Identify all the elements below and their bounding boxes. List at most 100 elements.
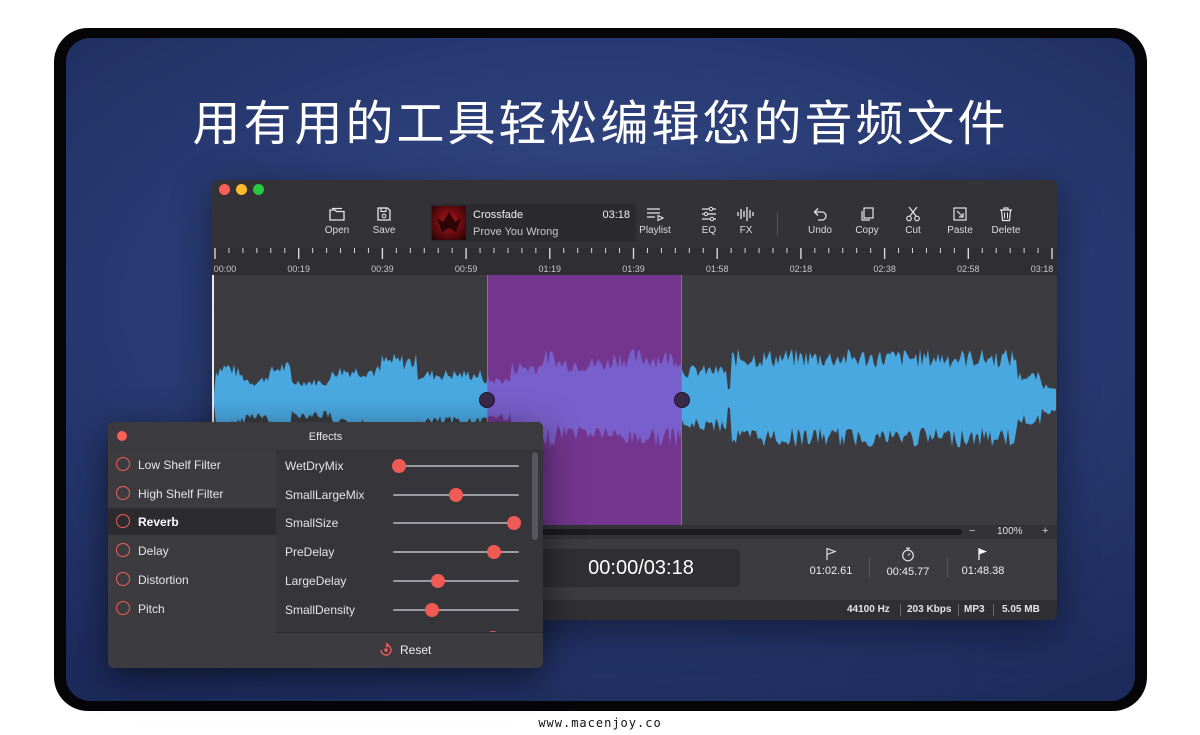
toolbar-divider [777, 212, 778, 236]
copy-button[interactable]: Copy [842, 206, 892, 236]
timeline-ruler[interactable]: 00:00 00:19 00:39 00:59 01:19 01:39 01:58 02:18… [212, 248, 1057, 275]
end-marker-value: 01:48.38 [961, 565, 1005, 577]
param-row-largedelay: LargeDelay [276, 566, 534, 594]
equalizer-icon [702, 206, 716, 222]
param-label: LargeDelay [285, 573, 347, 588]
playlist-icon [647, 208, 665, 222]
effect-item-reverb[interactable]: Reverb [108, 508, 276, 536]
param-slider-track[interactable] [393, 522, 519, 525]
undo-label: Undo [808, 225, 832, 236]
effects-panel: Effects Low Shelf Filter High Shelf Filte… [108, 422, 543, 668]
playlist-label: Playlist [639, 225, 671, 236]
start-marker-value: 01:02.61 [809, 565, 853, 577]
window-zoom-button[interactable] [253, 184, 264, 195]
delete-button[interactable]: Delete [981, 206, 1031, 236]
effect-item-label: High Shelf Filter [138, 486, 224, 501]
selection-end-handle[interactable] [674, 392, 690, 408]
selection-end-marker[interactable]: 01:48.38 [948, 547, 1018, 577]
param-row-smallsize: SmallSize [276, 508, 534, 536]
param-row-largedensity: LargeDensity [276, 623, 534, 632]
param-row-predelay: PreDelay [276, 537, 534, 565]
ruler-time-label: 00:19 [287, 264, 310, 274]
param-label: SmallLargeMix [285, 487, 365, 502]
ruler-time-label: 01:58 [705, 264, 729, 274]
copy-icon [861, 207, 874, 221]
effect-item-high-shelf-filter[interactable]: High Shelf Filter [108, 480, 276, 507]
param-slider-thumb[interactable] [506, 516, 521, 531]
selection-duration-marker[interactable]: 00:45.77 [873, 547, 943, 578]
ruler-time-label: 01:39 [622, 264, 645, 274]
undo-button[interactable]: Undo [795, 206, 845, 236]
now-playing[interactable]: Crossfade Prove You Wrong 03:18 [430, 204, 636, 242]
track-duration: 03:18 [602, 209, 630, 221]
ruler-time-label: 00:00 [213, 264, 237, 274]
param-slider-track[interactable] [393, 579, 519, 582]
promo-headline: 用有用的工具轻松编辑您的音频文件 [192, 96, 1009, 152]
paste-button[interactable]: Paste [935, 206, 985, 236]
ruler-time-label: 02:58 [957, 264, 980, 274]
time-display: 00:00/03:18 [542, 549, 740, 587]
album-art [432, 206, 466, 240]
effect-item-delay[interactable]: Delay [108, 537, 276, 564]
floppy-icon [377, 207, 391, 221]
effect-toggle-icon[interactable] [116, 600, 130, 615]
cut-button[interactable]: Cut [888, 206, 938, 236]
selection-start-handle[interactable] [479, 392, 495, 408]
window-close-button[interactable] [219, 184, 230, 195]
param-slider-track[interactable] [393, 465, 519, 467]
param-slider-thumb[interactable] [449, 487, 463, 502]
params-scrollbar[interactable] [532, 452, 538, 540]
selection-start-marker[interactable]: 01:02.61 [796, 547, 866, 577]
save-button[interactable]: Save [359, 206, 409, 236]
effects-list: Low Shelf Filter High Shelf Filter Reverb D… [108, 450, 276, 668]
undo-icon [813, 208, 827, 221]
ruler-time-label: 02:18 [789, 264, 813, 274]
ruler-time-label: 00:39 [371, 264, 394, 274]
zoom-level: 100% [997, 526, 1023, 537]
param-label: WetDryMix [285, 459, 344, 473]
effect-item-distortion[interactable]: Distortion [108, 566, 276, 593]
website-url: www.macenjoy.co [538, 716, 662, 730]
effect-item-label: Distortion [138, 572, 189, 587]
toolbar: Open Save Crossfade Prove You Wrong 03:1… [212, 180, 1057, 248]
param-label: PreDelay [285, 545, 335, 560]
waveform-icon [737, 207, 754, 221]
effect-item-label: Low Shelf Filter [138, 458, 221, 472]
ruler-time-label: 00:59 [454, 264, 478, 274]
effects-titlebar: Effects [108, 422, 543, 450]
effect-item-label: Delay [138, 544, 169, 559]
reset-label: Reset [400, 643, 432, 657]
cut-label: Cut [905, 225, 921, 236]
param-slider-thumb[interactable] [431, 573, 446, 588]
playlist-button[interactable]: Playlist [630, 206, 680, 236]
zoom-in-button[interactable]: + [1042, 525, 1048, 537]
open-label: Open [324, 225, 350, 236]
param-slider-track[interactable] [393, 608, 519, 611]
scissors-icon [906, 206, 920, 222]
horizontal-scrollbar[interactable] [482, 529, 962, 535]
duration-marker-value: 00:45.77 [886, 566, 930, 578]
zoom-out-button[interactable]: − [969, 525, 975, 537]
fx-button[interactable]: FX [721, 206, 771, 236]
param-row-wetdrymix: WetDryMix [276, 451, 534, 479]
reset-button[interactable]: Reset [378, 642, 432, 657]
open-button[interactable]: Open [312, 206, 362, 236]
param-label: SmallDensity [285, 602, 356, 617]
effect-item-low-shelf-filter[interactable]: Low Shelf Filter [108, 451, 276, 478]
stopwatch-icon [902, 547, 914, 562]
bitrate: 203 Kbps [907, 604, 952, 615]
effect-item-label: Pitch [138, 601, 165, 616]
effect-toggle-icon[interactable] [116, 571, 130, 586]
effect-toggle-icon[interactable] [116, 514, 130, 529]
window-minimize-button[interactable] [236, 184, 247, 195]
reset-icon [380, 642, 392, 656]
effect-toggle-icon[interactable] [116, 485, 130, 500]
effect-toggle-icon[interactable] [116, 543, 130, 558]
sample-rate: 44100 Hz [847, 604, 890, 615]
effect-toggle-icon[interactable] [116, 457, 130, 471]
param-slider-thumb[interactable] [486, 545, 501, 560]
effect-item-label: Reverb [138, 515, 179, 530]
param-slider-thumb[interactable] [425, 602, 440, 617]
param-slider-thumb[interactable] [392, 459, 407, 473]
effect-item-pitch[interactable]: Pitch [108, 595, 276, 622]
